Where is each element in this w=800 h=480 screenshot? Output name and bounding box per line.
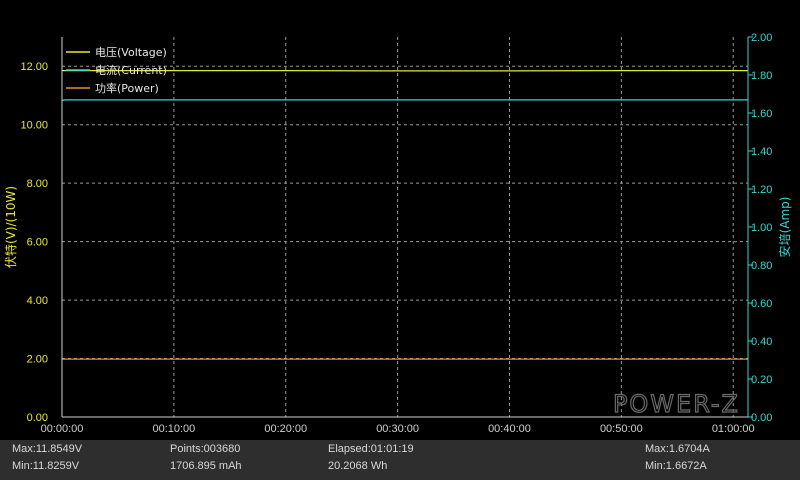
plot-area (62, 37, 748, 417)
y-left-tick-label: 6.00 (27, 237, 48, 249)
x-tick-label: 00:00:00 (41, 423, 84, 435)
y-left-tick-label: 4.00 (27, 295, 48, 307)
y-left-axis-title: 伏特(V)/(10W) (3, 186, 18, 268)
x-tick-label: 00:40:00 (488, 423, 531, 435)
power-monitor-window: POWER-Z 0.00 2.00 4.00 6.00 8.00 10.00 12.00 0.… (0, 0, 800, 480)
y-right-tick-label: 0.40 (751, 336, 772, 348)
x-tick-label: 00:50:00 (600, 423, 643, 435)
stats-bar: Max:11.8549V Min:11.8259V Points:003680 … (0, 440, 800, 480)
chart: POWER-Z 0.002.004.006.008.0010.0012.000.… (3, 32, 792, 435)
y-right-tick-label: 0.60 (751, 298, 772, 310)
min-current: Min:1.6672A (645, 460, 707, 472)
y-right-tick-label: 2.00 (751, 32, 772, 44)
power-z-logo: POWER-Z (612, 389, 740, 418)
y-left-tick-label: 12.00 (20, 61, 48, 73)
y-left-tick-label: 8.00 (27, 178, 48, 190)
y-left-tick-label: 2.00 (27, 354, 48, 366)
y-right-tick-label: 0.20 (751, 374, 772, 386)
energy-wh: 20.2068 Wh (328, 460, 388, 472)
points-count: Points:003680 (170, 443, 241, 455)
y-right-tick-label: 1.20 (751, 184, 772, 196)
elapsed-time: Elapsed:01:01:19 (328, 443, 414, 455)
legend-label: 电流(Current) (95, 63, 167, 77)
x-tick-label: 00:20:00 (264, 423, 307, 435)
legend-label: 功率(Power) (95, 81, 159, 95)
watermark-text: POWER-Z (613, 390, 740, 418)
y-right-tick-label: 1.40 (751, 146, 772, 158)
x-tick-label: 00:30:00 (376, 423, 419, 435)
y-right-axis-title: 安培(Amp) (777, 197, 792, 258)
x-tick-label: 00:10:00 (152, 423, 195, 435)
y-right-tick-label: 0.80 (751, 260, 772, 272)
x-tick-label: 01:00:00 (712, 423, 755, 435)
y-right-tick-label: 1.60 (751, 108, 772, 120)
grid (62, 37, 748, 417)
max-voltage: Max:11.8549V (12, 443, 83, 455)
max-current: Max:1.6704A (645, 443, 710, 455)
y-right-tick-label: 1.80 (751, 70, 772, 82)
y-left-tick-label: 10.00 (20, 120, 48, 132)
legend-label: 电压(Voltage) (95, 46, 167, 59)
y-right-tick-label: 1.00 (751, 222, 772, 234)
min-voltage: Min:11.8259V (12, 460, 80, 472)
capacity-mah: 1706.895 mAh (170, 460, 242, 472)
